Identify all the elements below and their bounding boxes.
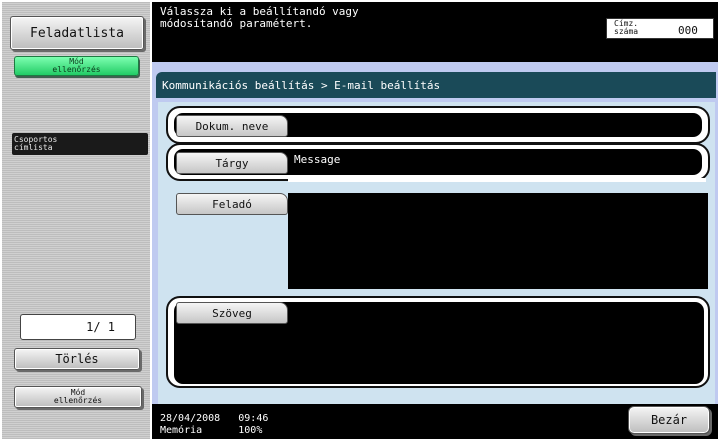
check-mode-button-top[interactable]: Mód ellenőrzés — [14, 56, 139, 76]
subject-button[interactable]: Tárgy — [176, 152, 288, 174]
document-name-button[interactable]: Dokum. neve — [176, 115, 288, 137]
subject-underline — [288, 178, 706, 182]
sender-field[interactable] — [288, 193, 708, 289]
check-mode-button-bottom[interactable]: Mód ellenőrzés — [14, 386, 142, 408]
memory-display: Memória 100% — [160, 425, 263, 436]
subject-value: Message — [294, 153, 341, 166]
sender-button[interactable]: Feladó — [176, 193, 288, 215]
instruction-text: Válassza ki a beállítandó vagy módosítan… — [160, 5, 359, 30]
breadcrumb: Kommunikációs beállítás > E-mail beállít… — [156, 72, 716, 98]
datetime-display: 28/04/2008 09:46 — [160, 413, 269, 424]
close-button[interactable]: Bezár — [628, 406, 710, 434]
address-count-label: Címz. száma — [614, 19, 639, 36]
address-count-value: 000 — [678, 24, 698, 37]
page-counter: 1/ 1 — [20, 314, 136, 340]
job-list-button[interactable]: Feladatlista — [10, 16, 144, 50]
body-text-button[interactable]: Szöveg — [176, 302, 288, 324]
delete-button[interactable]: Törlés — [14, 348, 140, 370]
group-address-book-label[interactable]: Csoportos címlista — [12, 133, 148, 155]
